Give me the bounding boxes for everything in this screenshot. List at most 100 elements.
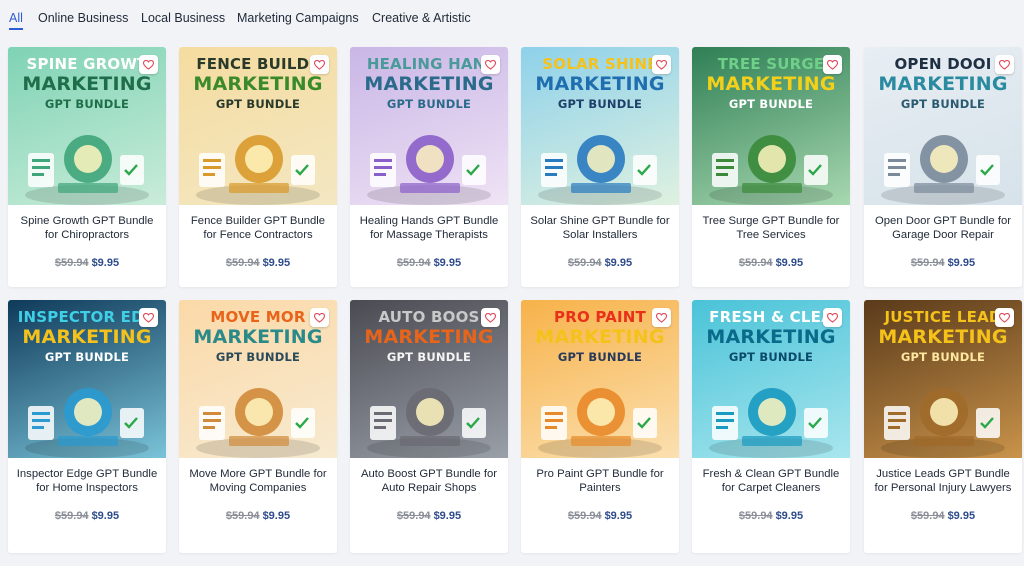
favorite-button[interactable] (481, 308, 500, 327)
thumbnail-illustration (709, 388, 833, 458)
product-thumbnail[interactable]: SOLAR SHINE MARKETING GPT BUNDLE (521, 47, 679, 205)
thumbnail-bundle-label: GPT BUNDLE (557, 97, 643, 111)
price-row: $59.94 $9.95 (864, 257, 1022, 269)
tab-marketing-campaigns[interactable]: Marketing Campaigns (237, 11, 359, 25)
product-title[interactable]: Tree Surge GPT Bundle for Tree Services (692, 205, 850, 257)
sale-price: $9.95 (775, 257, 804, 269)
thumbnail-illustration (367, 388, 491, 458)
product-card[interactable]: SOLAR SHINE MARKETING GPT BUNDLE Solar Shin… (521, 47, 679, 287)
product-title[interactable]: Move More GPT Bundle for Moving Companie… (179, 458, 337, 510)
product-thumbnail[interactable]: HEALING HANI MARKETING GPT BUNDLE (350, 47, 508, 205)
product-title[interactable]: Spine Growth GPT Bundle for Chiropractor… (8, 205, 166, 257)
thumbnail-illustration (538, 388, 662, 458)
product-card[interactable]: TREE SURGE MARKETING GPT BUNDLE Tree Surge … (692, 47, 850, 287)
category-tabs: All Online Business Local Business Marke… (0, 0, 1024, 34)
product-card[interactable]: SPINE GROWT MARKETING GPT BUNDLE Spine Grow… (8, 47, 166, 287)
product-card[interactable]: FENCE BUILDE MARKETING GPT BUNDLE Fence Bui… (179, 47, 337, 287)
favorite-button[interactable] (652, 308, 671, 327)
sale-price: $9.95 (433, 257, 462, 269)
favorite-button[interactable] (139, 55, 158, 74)
original-price: $59.94 (738, 257, 773, 269)
product-card[interactable]: JUSTICE LEAD MARKETING GPT BUNDLE Justice L… (864, 300, 1022, 553)
thumbnail-marketing-label: MARKETING (535, 73, 665, 95)
product-thumbnail[interactable]: INSPECTOR EDG MARKETING GPT BUNDLE (8, 300, 166, 458)
product-thumbnail[interactable]: AUTO BOOS MARKETING GPT BUNDLE (350, 300, 508, 458)
heart-icon (827, 312, 838, 323)
price-row: $59.94 $9.95 (521, 510, 679, 522)
sale-price: $9.95 (262, 257, 291, 269)
tab-all[interactable]: All (9, 11, 23, 30)
product-title[interactable]: Auto Boost GPT Bundle for Auto Repair Sh… (350, 458, 508, 510)
heart-icon (485, 312, 496, 323)
thumbnail-illustration (538, 135, 662, 205)
thumbnail-bundle-label: GPT BUNDLE (728, 350, 814, 364)
heart-icon (314, 59, 325, 70)
product-title[interactable]: Solar Shine GPT Bundle for Solar Install… (521, 205, 679, 257)
product-title[interactable]: Healing Hands GPT Bundle for Massage The… (350, 205, 508, 257)
thumbnail-marketing-label: MARKETING (193, 326, 323, 348)
heart-icon (656, 312, 667, 323)
product-thumbnail[interactable]: OPEN DOOI MARKETING GPT BUNDLE (864, 47, 1022, 205)
favorite-button[interactable] (139, 308, 158, 327)
favorite-button[interactable] (481, 55, 500, 74)
price-row: $59.94 $9.95 (692, 257, 850, 269)
favorite-button[interactable] (310, 55, 329, 74)
thumbnail-marketing-label: MARKETING (22, 326, 152, 348)
product-thumbnail[interactable]: TREE SURGE MARKETING GPT BUNDLE (692, 47, 850, 205)
product-title[interactable]: Justice Leads GPT Bundle for Personal In… (864, 458, 1022, 510)
product-thumbnail[interactable]: PRO PAINT MARKETING GPT BUNDLE (521, 300, 679, 458)
heart-icon (656, 59, 667, 70)
product-thumbnail[interactable]: SPINE GROWT MARKETING GPT BUNDLE (8, 47, 166, 205)
product-title[interactable]: Pro Paint GPT Bundle for Painters (521, 458, 679, 510)
product-title[interactable]: Open Door GPT Bundle for Garage Door Rep… (864, 205, 1022, 257)
sale-price: $9.95 (91, 257, 120, 269)
tab-online-business[interactable]: Online Business (38, 11, 128, 25)
thumbnail-bundle-label: GPT BUNDLE (215, 97, 301, 111)
favorite-button[interactable] (823, 55, 842, 74)
thumbnail-illustration (25, 388, 149, 458)
product-title[interactable]: Fresh & Clean GPT Bundle for Carpet Clea… (692, 458, 850, 510)
thumbnail-marketing-label: MARKETING (878, 73, 1008, 95)
price-row: $59.94 $9.95 (692, 510, 850, 522)
thumbnail-illustration (25, 135, 149, 205)
favorite-button[interactable] (995, 55, 1014, 74)
product-thumbnail[interactable]: MOVE MOR MARKETING GPT BUNDLE (179, 300, 337, 458)
thumbnail-bundle-label: GPT BUNDLE (557, 350, 643, 364)
product-thumbnail[interactable]: FENCE BUILDE MARKETING GPT BUNDLE (179, 47, 337, 205)
tab-local-business[interactable]: Local Business (141, 11, 225, 25)
price-row: $59.94 $9.95 (179, 510, 337, 522)
thumbnail-bundle-label: GPT BUNDLE (900, 97, 986, 111)
original-price: $59.94 (396, 510, 431, 522)
thumbnail-bundle-label: GPT BUNDLE (386, 97, 472, 111)
thumbnail-marketing-label: MARKETING (364, 326, 494, 348)
favorite-button[interactable] (310, 308, 329, 327)
original-price: $59.94 (54, 257, 89, 269)
thumbnail-marketing-label: MARKETING (706, 73, 836, 95)
original-price: $59.94 (225, 257, 260, 269)
product-card[interactable]: INSPECTOR EDG MARKETING GPT BUNDLE Inspecto… (8, 300, 166, 553)
product-card[interactable]: MOVE MOR MARKETING GPT BUNDLE Move More GPT… (179, 300, 337, 553)
product-thumbnail[interactable]: JUSTICE LEAD MARKETING GPT BUNDLE (864, 300, 1022, 458)
thumbnail-marketing-label: MARKETING (878, 326, 1008, 348)
product-title[interactable]: Fence Builder GPT Bundle for Fence Contr… (179, 205, 337, 257)
favorite-button[interactable] (823, 308, 842, 327)
thumbnail-illustration (196, 135, 320, 205)
product-card[interactable]: HEALING HANI MARKETING GPT BUNDLE Healing H… (350, 47, 508, 287)
thumbnail-bundle-label: GPT BUNDLE (728, 97, 814, 111)
product-card[interactable]: OPEN DOOI MARKETING GPT BUNDLE Open Door GP… (864, 47, 1022, 287)
product-title[interactable]: Inspector Edge GPT Bundle for Home Inspe… (8, 458, 166, 510)
favorite-button[interactable] (995, 308, 1014, 327)
product-card[interactable]: FRESH & CLEA MARKETING GPT BUNDLE Fresh & C… (692, 300, 850, 553)
product-card[interactable]: AUTO BOOS MARKETING GPT BUNDLE Auto Boost G… (350, 300, 508, 553)
thumbnail-illustration (881, 135, 1005, 205)
product-thumbnail[interactable]: FRESH & CLEA MARKETING GPT BUNDLE (692, 300, 850, 458)
price-row: $59.94 $9.95 (8, 257, 166, 269)
tab-creative-artistic[interactable]: Creative & Artistic (372, 11, 471, 25)
thumbnail-bundle-label: GPT BUNDLE (386, 350, 472, 364)
product-card[interactable]: PRO PAINT MARKETING GPT BUNDLE Pro Paint GP… (521, 300, 679, 553)
sale-price: $9.95 (262, 510, 291, 522)
favorite-button[interactable] (652, 55, 671, 74)
price-row: $59.94 $9.95 (8, 510, 166, 522)
sale-price: $9.95 (947, 257, 976, 269)
heart-icon (143, 312, 154, 323)
